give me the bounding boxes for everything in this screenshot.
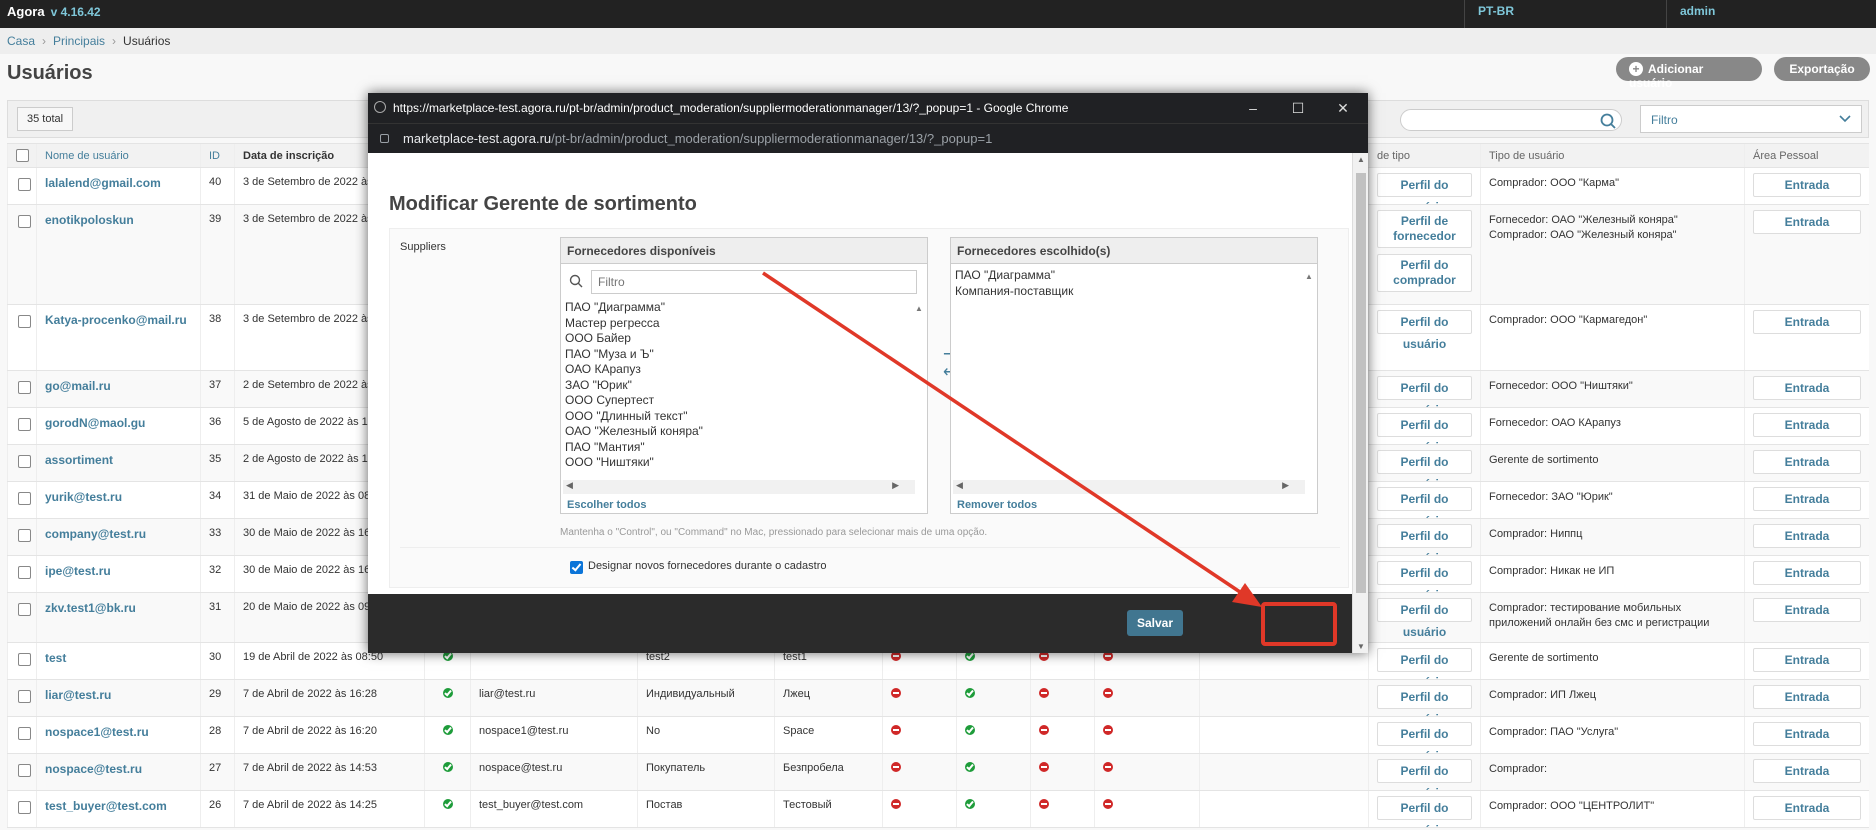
annotation-arrow-head [1232, 583, 1262, 607]
annotation-arrow [762, 271, 1262, 607]
annotation-arrow-line [762, 271, 1241, 594]
